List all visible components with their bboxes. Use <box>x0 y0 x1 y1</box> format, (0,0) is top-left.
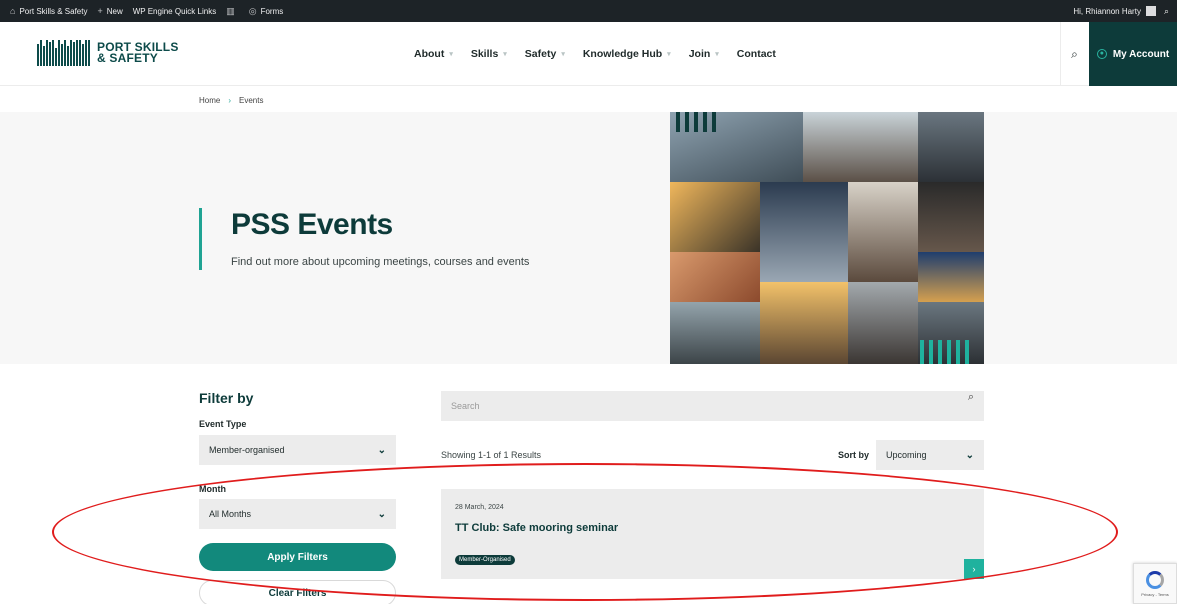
site-header: PORT SKILLS & SAFETY About ▾ Skills ▾ Sa… <box>0 22 1177 86</box>
admin-avatar[interactable] <box>1145 6 1156 16</box>
user-icon: ● <box>1096 49 1107 59</box>
forms-icon: ◎ <box>248 5 257 16</box>
search-icon: ⌕ <box>1071 46 1078 61</box>
sort-label: Sort by <box>838 450 870 460</box>
admin-search-icon[interactable]: ⌕ <box>1164 6 1169 17</box>
nav-skills-label: Skills <box>470 48 499 60</box>
chart-icon: ▥ <box>226 5 235 16</box>
recaptcha-badge[interactable]: Privacy - Terms <box>1133 563 1177 604</box>
breadcrumb-home[interactable]: Home <box>199 96 220 105</box>
event-type-badge: Member-Organised <box>455 555 515 565</box>
admin-stats-link[interactable]: ▥ <box>226 6 239 17</box>
admin-site-name: Port Skills & Safety <box>19 6 88 16</box>
nav-about-label: About <box>414 48 445 60</box>
recaptcha-icon <box>1146 570 1164 589</box>
month-select[interactable]: All Months ⌄ <box>199 499 396 529</box>
hero-photo-collage <box>670 112 984 364</box>
search-placeholder: Search <box>451 401 480 411</box>
chevron-down-icon: ▾ <box>561 51 565 58</box>
nav-skills[interactable]: Skills ▾ <box>471 48 507 60</box>
page-title: PSS Events <box>231 208 393 241</box>
breadcrumb-separator: › <box>228 96 232 105</box>
hero-banner <box>0 112 1177 364</box>
event-open-button[interactable]: › <box>964 559 984 579</box>
nav-knowledge-hub[interactable]: Knowledge Hub ▾ <box>583 48 671 60</box>
page-subtitle: Find out more about upcoming meetings, c… <box>231 256 530 268</box>
nav-join-label: Join <box>688 48 711 60</box>
admin-new-label: New <box>106 6 123 16</box>
collage-bars-bottom <box>920 340 974 364</box>
logo-bars-icon <box>37 40 91 66</box>
nav-contact[interactable]: Contact <box>737 48 776 60</box>
my-account-label: My Account <box>1112 48 1170 60</box>
event-title[interactable]: TT Club: Safe mooring seminar <box>455 522 618 534</box>
admin-site-link[interactable]: ⌂ Port Skills & Safety <box>10 6 87 16</box>
nav-contact-label: Contact <box>736 48 776 60</box>
event-type-label: Event Type <box>199 419 247 429</box>
admin-greeting[interactable]: Hi, Rhiannon Harty <box>1073 7 1141 16</box>
admin-forms-label: Forms <box>260 6 284 16</box>
breadcrumb-current: Events <box>239 96 264 105</box>
chevron-down-icon: ⌄ <box>377 444 386 456</box>
nav-safety-label: Safety <box>524 48 557 60</box>
event-type-value: Member-organised <box>209 445 285 455</box>
plus-icon: + <box>97 6 103 16</box>
chevron-right-icon: › <box>972 564 976 574</box>
site-logo[interactable]: PORT SKILLS & SAFETY <box>37 38 179 68</box>
clear-filters-button[interactable]: Clear Filters <box>199 580 396 604</box>
events-search-input[interactable]: Search ⌕ <box>441 391 984 421</box>
chevron-down-icon: ▾ <box>503 51 507 58</box>
breadcrumb: Home › Events <box>199 96 263 105</box>
sort-value: Upcoming <box>886 450 927 460</box>
chevron-down-icon: ▾ <box>715 51 719 58</box>
logo-line2: & SAFETY <box>97 51 158 65</box>
recaptcha-text: Privacy - Terms <box>1141 591 1169 597</box>
nav-about[interactable]: About ▾ <box>414 48 453 60</box>
event-card[interactable]: 28 March, 2024 TT Club: Safe mooring sem… <box>441 489 984 579</box>
month-value: All Months <box>209 509 252 519</box>
page: ⌂ Port Skills & Safety + New WP Engine Q… <box>0 0 1177 604</box>
apply-filters-button[interactable]: Apply Filters <box>199 543 396 571</box>
chevron-down-icon: ▾ <box>667 51 671 58</box>
filter-title: Filter by <box>199 390 254 406</box>
home-icon: ⌂ <box>10 6 16 16</box>
my-account-button[interactable]: ● My Account <box>1089 22 1177 86</box>
chevron-down-icon: ⌄ <box>377 508 386 520</box>
nav-join[interactable]: Join ▾ <box>689 48 719 60</box>
sort-select[interactable]: Upcoming ⌄ <box>876 440 984 470</box>
admin-quick-links[interactable]: WP Engine Quick Links <box>133 7 216 16</box>
admin-quick-links-label: WP Engine Quick Links <box>132 6 217 16</box>
collage-bars-top <box>676 112 721 132</box>
admin-new-link[interactable]: + New <box>97 6 122 16</box>
results-count: Showing 1-1 of 1 Results <box>441 450 542 460</box>
chevron-down-icon: ⌄ <box>965 449 974 461</box>
event-date: 28 March, 2024 <box>455 504 504 511</box>
admin-bar: ⌂ Port Skills & Safety + New WP Engine Q… <box>0 0 1177 22</box>
header-search-button[interactable]: ⌕ <box>1060 22 1088 86</box>
search-icon[interactable]: ⌕ <box>968 391 974 404</box>
admin-forms-link[interactable]: ◎ Forms <box>249 6 284 17</box>
main-nav: About ▾ Skills ▾ Safety ▾ Knowledge Hub … <box>414 22 794 86</box>
admin-bar-right: Hi, Rhiannon Harty ⌕ <box>1073 0 1169 22</box>
nav-knowledge-hub-label: Knowledge Hub <box>582 48 663 60</box>
month-label: Month <box>199 484 226 494</box>
chevron-down-icon: ▾ <box>449 51 453 58</box>
nav-safety[interactable]: Safety ▾ <box>525 48 565 60</box>
hero-accent-bar <box>199 208 202 270</box>
logo-text: PORT SKILLS & SAFETY <box>97 41 179 65</box>
event-type-select[interactable]: Member-organised ⌄ <box>199 435 396 465</box>
